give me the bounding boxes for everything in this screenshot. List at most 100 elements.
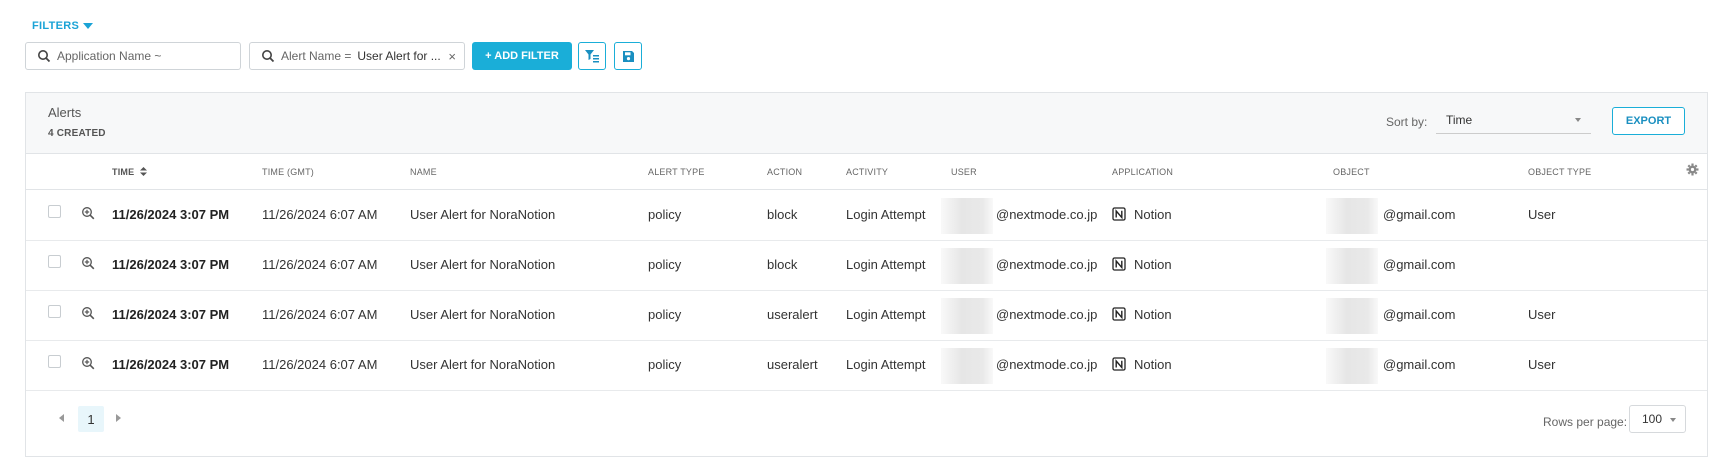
sort-label: Sort by:	[1386, 115, 1428, 129]
redacted-object-prefix	[1326, 298, 1378, 334]
row-user: @nextmode.co.jp	[996, 357, 1098, 372]
zoom-in-icon[interactable]	[81, 306, 95, 320]
row-time-gmt: 11/26/2024 6:07 AM	[262, 307, 378, 322]
alert-filter-value: User Alert for ...	[357, 49, 441, 63]
alerts-count: 4 CREATED	[48, 128, 106, 139]
header-name: NAME	[410, 167, 437, 177]
row-application: Notion	[1112, 307, 1172, 322]
filters-label: FILTERS	[32, 20, 80, 32]
header-object: OBJECT	[1333, 167, 1370, 177]
row-time: 11/26/2024 3:07 PM	[112, 207, 230, 222]
row-time-gmt: 11/26/2024 6:07 AM	[262, 357, 378, 372]
row-activity: Login Attempt	[846, 257, 926, 272]
row-user: @nextmode.co.jp	[996, 307, 1098, 322]
row-object: @gmail.com	[1383, 257, 1456, 272]
table-row[interactable]: 11/26/2024 3:07 PM 11/26/2024 6:07 AM User…	[26, 340, 1707, 391]
row-time: 11/26/2024 3:07 PM	[112, 357, 230, 372]
redacted-object-prefix	[1326, 198, 1378, 234]
caret-down-icon	[83, 23, 94, 29]
search-icon	[38, 50, 51, 63]
notion-icon	[1112, 357, 1126, 371]
clear-filter-icon[interactable]: ×	[448, 49, 456, 64]
header-time-gmt: TIME (GMT)	[262, 167, 314, 177]
header-time[interactable]: TIME	[112, 167, 148, 177]
header-alert-type: ALERT TYPE	[648, 167, 705, 177]
notion-icon	[1112, 207, 1126, 221]
export-button[interactable]: EXPORT	[1612, 107, 1685, 135]
row-alert-type: policy	[648, 307, 682, 322]
header-action: ACTION	[767, 167, 803, 177]
header-object-type: OBJECT TYPE	[1528, 167, 1592, 177]
rows-per-page-label: Rows per page:	[1543, 415, 1628, 429]
row-checkbox[interactable]	[48, 205, 61, 218]
zoom-in-icon[interactable]	[81, 206, 95, 220]
row-action: block	[767, 207, 798, 222]
row-activity: Login Attempt	[846, 357, 926, 372]
sort-select[interactable]: Time	[1436, 106, 1591, 134]
save-icon	[622, 50, 634, 62]
header-user: USER	[951, 167, 977, 177]
row-activity: Login Attempt	[846, 207, 926, 222]
rows-per-page-value: 100	[1642, 412, 1663, 426]
row-user: @nextmode.co.jp	[996, 257, 1098, 272]
header-application: APPLICATION	[1112, 167, 1174, 177]
table-footer: 1 Rows per page: 100	[26, 391, 1707, 451]
zoom-in-icon[interactable]	[81, 356, 95, 370]
zoom-in-icon[interactable]	[81, 256, 95, 270]
add-filter-button[interactable]: + ADD FILTER	[472, 42, 572, 70]
alerts-panel: Alerts 4 CREATED Sort by: Time EXPORT TI…	[25, 92, 1708, 457]
row-alert-type: policy	[648, 207, 682, 222]
caret-down-icon	[1670, 418, 1676, 422]
chevron-left-icon[interactable]	[59, 414, 64, 422]
row-application: Notion	[1112, 257, 1172, 272]
alert-name-filter[interactable]: Alert Name = User Alert for ... ×	[249, 42, 465, 70]
search-input[interactable]: Application Name ~	[25, 42, 241, 70]
notion-icon	[1112, 307, 1126, 321]
row-activity: Login Attempt	[846, 307, 926, 322]
table-header: TIME TIME (GMT) NAME ALERT TYPE ACTION A…	[26, 153, 1707, 190]
row-alert-type: policy	[648, 357, 682, 372]
row-object-type: User	[1528, 307, 1556, 322]
filter-list-button[interactable]	[578, 42, 606, 70]
row-object-type: User	[1528, 207, 1556, 222]
gear-icon[interactable]	[1686, 163, 1699, 176]
search-placeholder: Application Name ~	[57, 49, 162, 63]
row-name: User Alert for NoraNotion	[410, 357, 556, 372]
caret-down-icon	[1575, 118, 1581, 122]
application-name: Notion	[1134, 357, 1172, 372]
row-alert-type: policy	[648, 257, 682, 272]
header-activity: ACTIVITY	[846, 167, 889, 177]
row-application: Notion	[1112, 357, 1172, 372]
notion-icon	[1112, 257, 1126, 271]
save-filter-button[interactable]	[614, 42, 642, 70]
row-object: @gmail.com	[1383, 207, 1456, 222]
row-name: User Alert for NoraNotion	[410, 307, 556, 322]
table-row[interactable]: 11/26/2024 3:07 PM 11/26/2024 6:07 AM User…	[26, 190, 1707, 241]
sort-value: Time	[1446, 112, 1473, 127]
row-name: User Alert for NoraNotion	[410, 207, 556, 222]
row-checkbox[interactable]	[48, 355, 61, 368]
search-icon	[262, 50, 275, 63]
page-current[interactable]: 1	[78, 406, 104, 432]
application-name: Notion	[1134, 207, 1172, 222]
rows-per-page-select[interactable]: 100	[1629, 405, 1686, 433]
row-time-gmt: 11/26/2024 6:07 AM	[262, 207, 378, 222]
filter-list-icon	[585, 50, 599, 63]
header-time-label: TIME	[112, 167, 135, 177]
chevron-right-icon[interactable]	[116, 414, 121, 422]
row-action: block	[767, 257, 798, 272]
row-action: useralert	[767, 307, 818, 322]
table-row[interactable]: 11/26/2024 3:07 PM 11/26/2024 6:07 AM User…	[26, 240, 1707, 291]
row-object: @gmail.com	[1383, 357, 1456, 372]
row-user: @nextmode.co.jp	[996, 207, 1098, 222]
row-action: useralert	[767, 357, 818, 372]
row-checkbox[interactable]	[48, 255, 61, 268]
sort-icon	[140, 167, 148, 176]
row-checkbox[interactable]	[48, 305, 61, 318]
row-time-gmt: 11/26/2024 6:07 AM	[262, 257, 378, 272]
filters-toggle[interactable]: FILTERS	[32, 20, 94, 32]
redacted-user-prefix	[941, 248, 993, 284]
application-name: Notion	[1134, 257, 1172, 272]
row-time: 11/26/2024 3:07 PM	[112, 307, 230, 322]
table-row[interactable]: 11/26/2024 3:07 PM 11/26/2024 6:07 AM User…	[26, 290, 1707, 341]
